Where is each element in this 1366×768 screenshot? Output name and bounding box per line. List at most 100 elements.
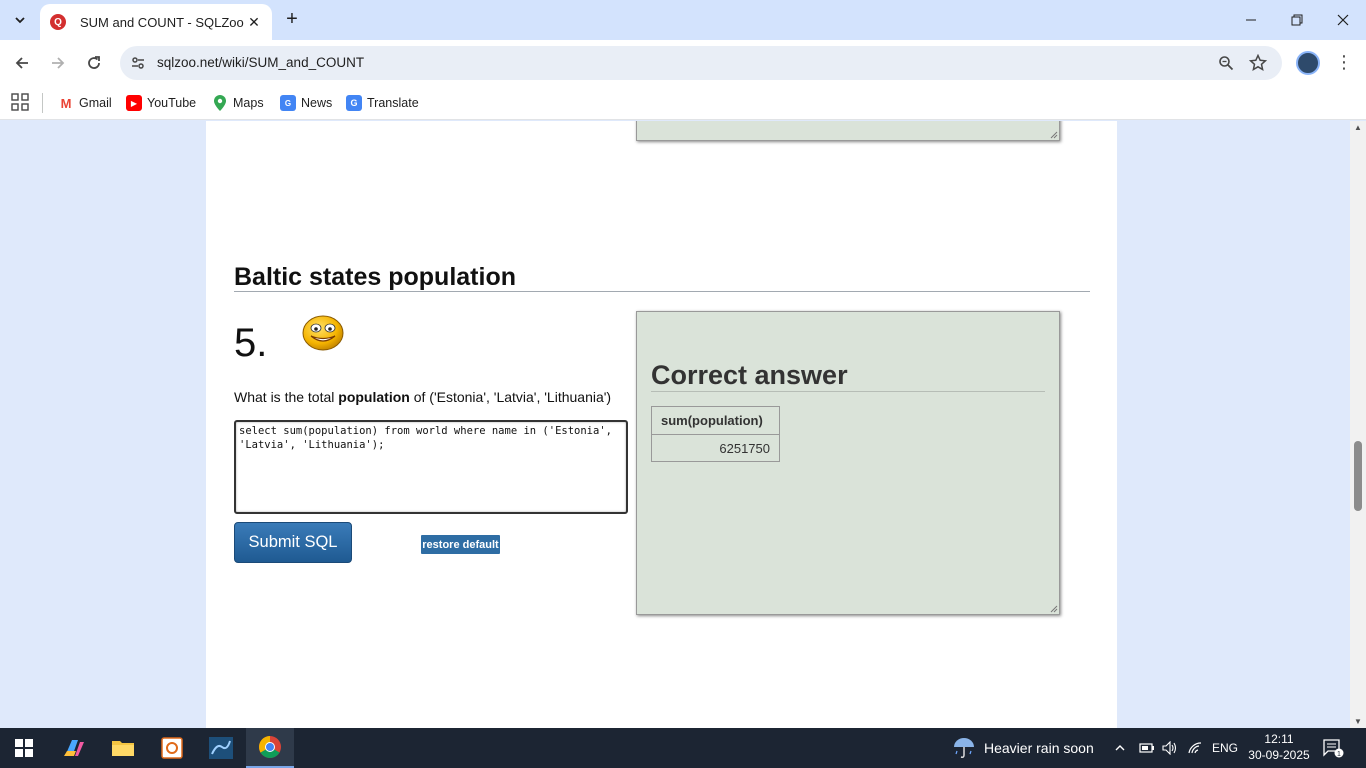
previous-answer-box: [636, 121, 1060, 141]
restore-default-button[interactable]: restore default: [421, 535, 500, 554]
answer-panel: Correct answer sum(population) 6251750: [636, 311, 1060, 615]
bookmark-label: YouTube: [147, 96, 197, 110]
folder-icon: [112, 741, 134, 756]
close-window-button[interactable]: [1320, 0, 1366, 40]
taskbar-chrome[interactable]: [246, 728, 294, 768]
bookmark-youtube[interactable]: ▶ YouTube: [126, 92, 196, 114]
back-arrow-icon: [15, 57, 28, 69]
restore-window-button[interactable]: [1274, 0, 1320, 40]
windows-taskbar: Heavier rain soon ENG 12:11 30-09-2025 1: [0, 728, 1366, 768]
result-table: sum(population) 6251750: [651, 406, 780, 462]
address-bar[interactable]: sqlzoo.net/wiki/SUM_and_COUNT: [120, 46, 1282, 80]
question-text: What is the total population of ('Estoni…: [234, 389, 612, 405]
gmail-icon: M: [58, 95, 74, 111]
page-viewport: Baltic states population 5. What is the …: [0, 121, 1350, 728]
apps-grid-icon[interactable]: [11, 93, 29, 111]
smiley-icon: [302, 315, 344, 351]
reload-button[interactable]: [80, 49, 108, 77]
restore-window-icon: [1291, 14, 1303, 26]
tab-strip: Q SUM and COUNT - SQLZoo ✕ +: [0, 0, 1366, 40]
bookmark-gmail[interactable]: M Gmail: [58, 92, 112, 114]
wifi-icon: [1188, 742, 1202, 754]
forward-arrow-icon: [52, 57, 65, 69]
answer-divider: [651, 391, 1045, 392]
reload-icon: [88, 56, 100, 69]
maps-icon: [212, 95, 228, 111]
close-tab-icon[interactable]: ✕: [246, 14, 262, 31]
url-text: sqlzoo.net/wiki/SUM_and_COUNT: [157, 55, 365, 70]
minimize-icon: [1246, 19, 1256, 21]
chevron-down-icon: [15, 17, 25, 24]
bookmark-label: News: [301, 96, 333, 110]
taskbar-app-orange[interactable]: [148, 728, 196, 768]
clock-time: 12:11: [1264, 732, 1294, 746]
heading-divider: [234, 291, 1090, 292]
browser-toolbar: sqlzoo.net/wiki/SUM_and_COUNT ⋮: [0, 40, 1366, 86]
site-info-icon[interactable]: [128, 53, 148, 73]
resize-grip-icon[interactable]: [1050, 131, 1058, 139]
notification-icon: 1: [1323, 739, 1344, 758]
bookmarks-bar: M Gmail ▶ YouTube Maps G News G Translat…: [0, 86, 1366, 120]
section-heading: Baltic states population: [234, 263, 516, 291]
table-header-row: sum(population): [651, 406, 780, 435]
notification-count: 1: [1337, 751, 1341, 758]
zoom-icon[interactable]: [1216, 53, 1236, 73]
translate-icon: G: [346, 95, 362, 111]
volume-control[interactable]: [1162, 728, 1178, 768]
chevron-up-icon: [1115, 745, 1125, 751]
app-orange-icon: [161, 737, 183, 759]
clock-date: 30-09-2025: [1248, 748, 1310, 762]
bookmark-translate[interactable]: G Translate: [346, 92, 419, 114]
table-header-cell: sum(population): [651, 406, 780, 435]
workbench-icon: [209, 737, 233, 759]
windows-logo-icon: [15, 739, 33, 757]
page-scrollbar[interactable]: ▲ ▼: [1350, 121, 1366, 728]
notification-center[interactable]: 1: [1322, 738, 1344, 758]
sqlzoo-favicon-icon: Q: [50, 14, 66, 30]
network-status[interactable]: [1187, 728, 1203, 768]
bookmark-label: Gmail: [79, 96, 112, 110]
bookmark-label: Translate: [367, 96, 419, 110]
tab-title: SUM and COUNT - SQLZoo: [80, 14, 244, 30]
battery-status[interactable]: [1139, 728, 1155, 768]
resize-grip-icon[interactable]: [1050, 605, 1058, 613]
language-indicator[interactable]: ENG: [1212, 728, 1238, 768]
scroll-down-arrow-icon[interactable]: ▼: [1350, 717, 1366, 726]
forward-button[interactable]: [44, 49, 72, 77]
tab-sqlzoo[interactable]: Q SUM and COUNT - SQLZoo ✕: [40, 4, 272, 40]
answer-title: Correct answer: [651, 360, 848, 390]
weather-widget[interactable]: Heavier rain soon: [952, 728, 1094, 768]
copilot-icon: [64, 740, 84, 756]
back-button[interactable]: [8, 49, 36, 77]
tab-search-button[interactable]: [8, 8, 32, 32]
new-tab-button[interactable]: +: [280, 8, 304, 32]
system-clock[interactable]: 12:11 30-09-2025: [1248, 731, 1310, 763]
minimize-button[interactable]: [1228, 0, 1274, 40]
main-content: Baltic states population 5. What is the …: [206, 121, 1117, 728]
submit-sql-button[interactable]: Submit SQL: [234, 522, 352, 563]
scroll-up-arrow-icon[interactable]: ▲: [1350, 123, 1366, 132]
news-icon: G: [280, 95, 296, 111]
taskbar-sql-workbench[interactable]: [197, 728, 245, 768]
umbrella-rain-icon: [954, 738, 974, 758]
question-number: 5.: [234, 321, 268, 365]
more-menu-icon[interactable]: ⋮: [1332, 51, 1356, 75]
taskbar-copilot[interactable]: [50, 728, 98, 768]
show-hidden-icons[interactable]: [1114, 728, 1126, 768]
taskbar-file-explorer[interactable]: [99, 728, 147, 768]
close-window-icon: [1337, 14, 1349, 26]
battery-icon: [1139, 743, 1154, 753]
bookmark-label: Maps: [233, 96, 264, 110]
scrollbar-thumb[interactable]: [1354, 441, 1362, 511]
bookmark-star-icon[interactable]: [1248, 53, 1268, 73]
profile-avatar[interactable]: [1296, 51, 1320, 75]
speaker-icon: [1162, 741, 1177, 755]
start-button[interactable]: [0, 728, 48, 768]
weather-text: Heavier rain soon: [984, 740, 1094, 756]
bookmark-news[interactable]: G News: [280, 92, 332, 114]
chrome-icon: [259, 736, 281, 758]
sql-editor[interactable]: select sum(population) from world where …: [234, 420, 628, 514]
table-row: 6251750: [651, 434, 780, 462]
youtube-icon: ▶: [126, 95, 142, 111]
bookmark-maps[interactable]: Maps: [212, 92, 264, 114]
